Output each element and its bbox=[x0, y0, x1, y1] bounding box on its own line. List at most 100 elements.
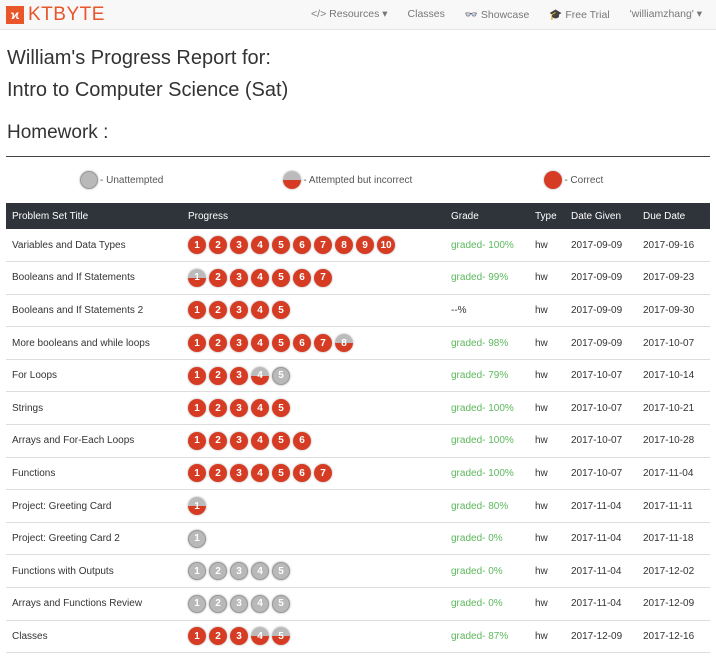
problem-unattempted[interactable]: 5 bbox=[272, 594, 290, 613]
problem-correct[interactable]: 2 bbox=[209, 366, 227, 385]
problem-correct[interactable]: 3 bbox=[230, 627, 248, 646]
grade: graded- 100% bbox=[445, 457, 529, 491]
problem-correct[interactable]: 7 bbox=[314, 268, 332, 287]
problem-correct[interactable]: 1 bbox=[188, 627, 206, 646]
problem-correct[interactable]: 6 bbox=[293, 236, 311, 255]
problem-correct[interactable]: 8 bbox=[335, 236, 353, 255]
problem-correct[interactable]: 3 bbox=[230, 334, 248, 353]
problem-correct[interactable]: 9 bbox=[356, 236, 374, 255]
problem-correct[interactable]: 4 bbox=[251, 301, 269, 320]
grade: --% bbox=[445, 294, 529, 328]
problem-correct[interactable]: 2 bbox=[209, 399, 227, 418]
problem-unattempted[interactable]: 3 bbox=[230, 562, 248, 581]
table-row: Booleans and If Statements 1 2 3 4 5 6 7 graded-… bbox=[6, 261, 710, 295]
nav-classes[interactable]: Classes bbox=[408, 8, 445, 21]
due-date: 2017-09-16 bbox=[637, 229, 710, 263]
problem-unattempted[interactable]: 3 bbox=[230, 594, 248, 613]
nav-resources[interactable]: </> Resources ▾ bbox=[311, 8, 387, 21]
problem-correct[interactable]: 1 bbox=[188, 366, 206, 385]
problem-correct[interactable]: 3 bbox=[230, 236, 248, 255]
problem-correct[interactable]: 10 bbox=[377, 236, 395, 255]
problem-correct[interactable]: 6 bbox=[293, 334, 311, 353]
col-title: Problem Set Title bbox=[6, 203, 182, 229]
problem-correct[interactable]: 2 bbox=[209, 268, 227, 287]
problem-correct[interactable]: 2 bbox=[209, 627, 227, 646]
problem-correct[interactable]: 1 bbox=[188, 431, 206, 450]
problem-unattempted[interactable]: 1 bbox=[188, 529, 206, 548]
problem-attempted[interactable]: 5 bbox=[272, 627, 290, 646]
problem-unattempted[interactable]: 2 bbox=[209, 594, 227, 613]
user-menu[interactable]: 'williamzhang' ▾ bbox=[630, 8, 702, 21]
problem-correct[interactable]: 5 bbox=[272, 399, 290, 418]
type: hw bbox=[529, 457, 565, 491]
problem-correct[interactable]: 5 bbox=[272, 464, 290, 483]
grade: graded- 100% bbox=[445, 424, 529, 458]
grade: graded- 99% bbox=[445, 261, 529, 295]
date-given: 2017-10-07 bbox=[565, 391, 637, 426]
brand-name: KTBYTE bbox=[28, 3, 105, 25]
problem-attempted[interactable]: 1 bbox=[188, 497, 206, 516]
problem-correct[interactable]: 1 bbox=[188, 236, 206, 255]
type: hw bbox=[529, 489, 565, 523]
problem-set-title: Strings bbox=[6, 391, 182, 426]
table-row: Functions 1 2 3 4 5 6 7 graded- 100% hw 2017-10-07… bbox=[6, 457, 710, 491]
problem-correct[interactable]: 5 bbox=[272, 268, 290, 287]
problem-correct[interactable]: 2 bbox=[209, 464, 227, 483]
problem-unattempted[interactable]: 4 bbox=[251, 594, 269, 613]
problem-correct[interactable]: 7 bbox=[314, 464, 332, 483]
problem-correct[interactable]: 3 bbox=[230, 366, 248, 385]
col-due-date: Due Date bbox=[637, 203, 710, 229]
problem-correct[interactable]: 2 bbox=[209, 431, 227, 450]
problem-attempted[interactable]: 4 bbox=[251, 627, 269, 646]
problem-correct[interactable]: 5 bbox=[272, 236, 290, 255]
logo[interactable]: ϰ KTBYTE bbox=[6, 4, 105, 26]
problem-correct[interactable]: 7 bbox=[314, 334, 332, 353]
table-row: For Loops 1 2 3 4 5 graded- 79% hw 2017-10-07 201… bbox=[6, 359, 710, 393]
problem-correct[interactable]: 5 bbox=[272, 431, 290, 450]
problem-attempted[interactable]: 4 bbox=[251, 366, 269, 385]
problem-correct[interactable]: 5 bbox=[272, 301, 290, 320]
problem-correct[interactable]: 6 bbox=[293, 431, 311, 450]
problem-set-title: Arrays and Functions Review bbox=[6, 587, 182, 621]
problem-unattempted[interactable]: 4 bbox=[251, 562, 269, 581]
problem-correct[interactable]: 6 bbox=[293, 268, 311, 287]
problem-correct[interactable]: 4 bbox=[251, 431, 269, 450]
due-date: 2017-12-09 bbox=[637, 587, 710, 621]
problem-correct[interactable]: 7 bbox=[314, 236, 332, 255]
problem-correct[interactable]: 4 bbox=[251, 399, 269, 418]
problem-correct[interactable]: 1 bbox=[188, 301, 206, 320]
problem-correct[interactable]: 2 bbox=[209, 334, 227, 353]
problem-correct[interactable]: 1 bbox=[188, 464, 206, 483]
problem-set-title: Booleans and If Statements bbox=[6, 261, 182, 295]
problem-set-title: Booleans and If Statements 2 bbox=[6, 294, 182, 328]
problem-attempted[interactable]: 1 bbox=[188, 268, 206, 287]
problem-correct[interactable]: 3 bbox=[230, 399, 248, 418]
progress-cell: 12345678 bbox=[182, 326, 445, 360]
problem-correct[interactable]: 3 bbox=[230, 268, 248, 287]
problem-set-title: Variables and Data Types bbox=[6, 229, 182, 263]
problem-correct[interactable]: 1 bbox=[188, 399, 206, 418]
problem-correct[interactable]: 4 bbox=[251, 464, 269, 483]
problem-correct[interactable]: 4 bbox=[251, 236, 269, 255]
problem-correct[interactable]: 2 bbox=[209, 301, 227, 320]
table-row: Classes 1 2 3 4 5 graded- 87% hw 2017-12-09 2017-… bbox=[6, 620, 710, 654]
problem-unattempted[interactable]: 5 bbox=[272, 366, 290, 385]
problem-correct[interactable]: 4 bbox=[251, 268, 269, 287]
problem-unattempted[interactable]: 1 bbox=[188, 562, 206, 581]
problem-correct[interactable]: 5 bbox=[272, 334, 290, 353]
problem-correct[interactable]: 2 bbox=[209, 236, 227, 255]
nav-showcase[interactable]: 👓 Showcase bbox=[465, 8, 529, 21]
date-given: 2017-10-07 bbox=[565, 457, 637, 491]
problem-correct[interactable]: 1 bbox=[188, 334, 206, 353]
problem-correct[interactable]: 6 bbox=[293, 464, 311, 483]
nav-free-trial[interactable]: 🎓 Free Trial bbox=[549, 8, 609, 21]
problem-correct[interactable]: 3 bbox=[230, 301, 248, 320]
problem-unattempted[interactable]: 5 bbox=[272, 562, 290, 581]
problem-unattempted[interactable]: 2 bbox=[209, 562, 227, 581]
problem-attempted[interactable]: 8 bbox=[335, 334, 353, 353]
problem-unattempted[interactable]: 1 bbox=[188, 594, 206, 613]
problem-correct[interactable]: 3 bbox=[230, 431, 248, 450]
problem-correct[interactable]: 4 bbox=[251, 334, 269, 353]
problem-correct[interactable]: 3 bbox=[230, 464, 248, 483]
progress-cell: 12345 bbox=[182, 587, 445, 621]
